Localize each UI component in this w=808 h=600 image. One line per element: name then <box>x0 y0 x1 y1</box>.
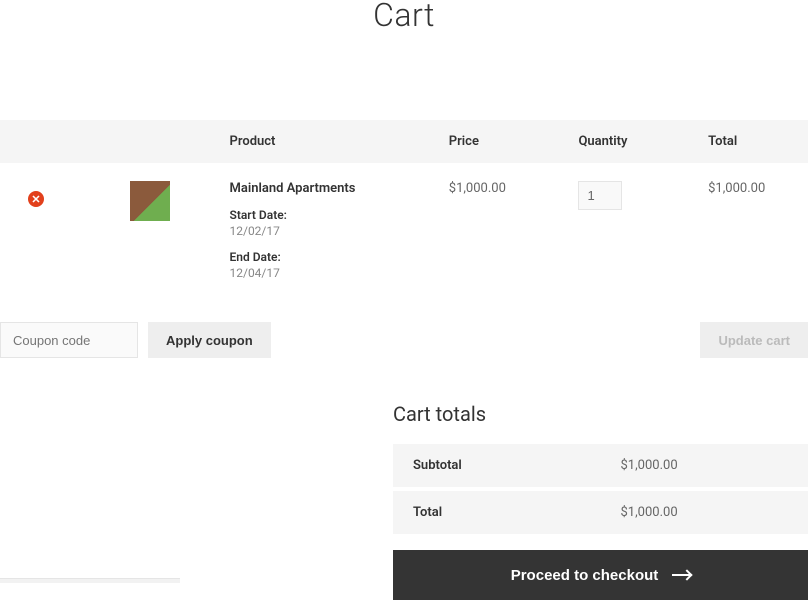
item-price: $1,000.00 <box>449 181 506 196</box>
start-date-value: 12/02/17 <box>230 224 429 238</box>
proceed-to-checkout-button[interactable]: Proceed to checkout <box>393 550 808 600</box>
start-date-label: Start Date: <box>230 208 429 222</box>
end-date-label: End Date: <box>230 250 429 264</box>
footer-bar-fragment <box>0 578 180 583</box>
cart-totals-table: Subtotal $1,000.00 Total $1,000.00 <box>393 444 808 534</box>
cart-totals-section: Cart totals Subtotal $1,000.00 Total $1,… <box>393 402 808 600</box>
coupon-code-input[interactable] <box>0 322 138 358</box>
subtotal-label: Subtotal <box>393 444 601 489</box>
product-thumbnail[interactable] <box>130 181 170 221</box>
close-icon: ✕ <box>31 193 40 206</box>
col-total: Total <box>698 120 808 163</box>
col-remove <box>0 120 100 163</box>
col-price: Price <box>439 120 569 163</box>
page-title: Cart <box>0 0 808 34</box>
item-total: $1,000.00 <box>708 181 765 196</box>
table-row: ✕ Mainland Apartments Start Date: 12/02/… <box>0 163 808 298</box>
apply-coupon-button[interactable]: Apply coupon <box>148 322 271 358</box>
cart-totals-title: Cart totals <box>393 402 808 426</box>
col-thumb <box>100 120 220 163</box>
subtotal-value: $1,000.00 <box>601 444 808 489</box>
remove-item-button[interactable]: ✕ <box>28 191 44 207</box>
end-date-value: 12/04/17 <box>230 266 429 280</box>
col-product: Product <box>220 120 439 163</box>
product-name-link[interactable]: Mainland Apartments <box>230 181 429 196</box>
checkout-label: Proceed to checkout <box>511 567 659 584</box>
cart-table: Product Price Quantity Total ✕ Mainland … <box>0 120 808 298</box>
arrow-right-icon <box>672 574 690 576</box>
total-value: $1,000.00 <box>601 489 808 534</box>
total-label: Total <box>393 489 601 534</box>
col-quantity: Quantity <box>568 120 698 163</box>
cart-actions-row: Apply coupon Update cart <box>0 322 808 358</box>
update-cart-button[interactable]: Update cart <box>700 322 808 358</box>
quantity-input[interactable] <box>578 181 622 210</box>
